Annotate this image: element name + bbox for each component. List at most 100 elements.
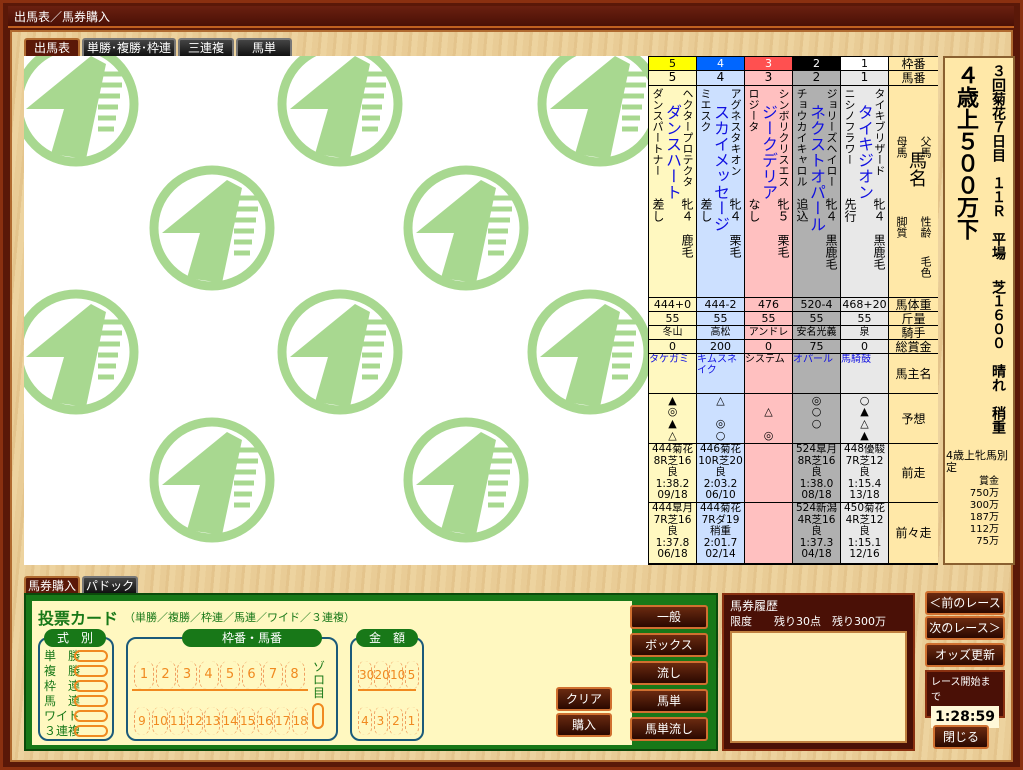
horse-number-button[interactable]: 6 (241, 661, 262, 689)
row-label-prediction: 予想 (889, 394, 938, 444)
amount-button[interactable]: 3 (373, 707, 388, 735)
race-info-panel: ４歳上５００万下 ３回菊花７日目 １１Ｒ 平場 芝１６００ 晴れ 稍重 4歳上牝… (943, 56, 1015, 565)
second-last-race-line: 444皐月 (651, 503, 694, 514)
zorome-toggle[interactable] (312, 703, 324, 729)
horse-number-button[interactable]: 3 (177, 661, 197, 689)
sire-name: シンボリクリスエス (777, 88, 790, 187)
buy-button[interactable]: 購入 (556, 713, 612, 737)
bet-mode-button[interactable]: 馬単 (630, 689, 708, 713)
tab-exacta[interactable]: 馬単 (236, 38, 292, 56)
horse-number-button[interactable]: 14 (221, 707, 238, 735)
horse-prediction-cell: ◎ ○ ○ (793, 394, 840, 444)
horse-prev1-cell: 524皐月 8R芝16 良 1:38.0 08/18 (793, 444, 840, 503)
horse-number-button[interactable]: 16 (256, 707, 273, 735)
last-race-line (745, 444, 792, 456)
prev-race-button[interactable]: ＜前のレース (925, 591, 1005, 615)
race-meeting: ３回菊花７日目 １１Ｒ 平場 (990, 64, 1006, 260)
horse-jockey-cell: 冬山 (649, 326, 696, 340)
horse-names-cell[interactable]: ジョリーズヘイロー ネクストオパール チョウカイキャロル 牝４ 黒鹿毛 追込 (793, 86, 840, 298)
horse-names-cell[interactable]: アグネスタキオン スカイメッセージ ミエスク 牝４ 栗毛 差し (697, 86, 744, 298)
prediction-mark: ▲ (860, 429, 869, 442)
horse-number-button[interactable]: 11 (169, 707, 185, 735)
horse-number-button[interactable]: 17 (274, 707, 290, 735)
amount-button[interactable]: 10 (389, 661, 405, 689)
horse-kinryo-cell: 55 (841, 312, 888, 326)
bet-mode-button[interactable]: 馬単流し (630, 717, 708, 741)
coat-color: 栗毛 (728, 234, 742, 258)
horse-kinryo-cell: 55 (649, 312, 696, 326)
horse-name[interactable]: ダンスハート (663, 104, 682, 200)
tab-trio[interactable]: 三連複 (178, 38, 234, 56)
horse-column: 4 4 アグネスタキオン スカイメッセージ ミエスク 牝４ 栗毛 差し 444-2 55 高松 200… (697, 57, 745, 564)
horse-number-button[interactable]: 1 (134, 661, 154, 689)
horse-name[interactable]: タイキジオン (855, 104, 874, 200)
second-last-race-line: 良 (811, 525, 822, 537)
horse-logo (24, 289, 139, 415)
horse-number-button[interactable]: 4 (198, 661, 219, 689)
history-list[interactable] (730, 631, 907, 743)
horse-number-button[interactable]: 2 (155, 661, 176, 689)
amount-button[interactable]: 20 (373, 661, 390, 689)
horse-number-button[interactable]: 13 (204, 707, 220, 735)
horse-name[interactable]: ネクストオパール (807, 104, 826, 232)
horse-names-cell[interactable]: ヘクタープロテクタ ダンスハート ダンスパートナー 牝４ 鹿毛 差し (649, 86, 696, 298)
horse-number-button[interactable]: 9 (134, 707, 150, 735)
row-label-jockey: 騎手 (889, 326, 938, 340)
horse-name[interactable]: スカイメッセージ (711, 104, 730, 232)
horse-names-cell[interactable]: タイキブリザード タイキジオン ニシノフラワー 牝４ 黒鹿毛 先行 (841, 86, 888, 298)
horse-logo-watermarks (24, 56, 648, 543)
horse-num-cell: 3 (745, 71, 792, 86)
bet-type-toggle[interactable] (74, 650, 108, 662)
amount-button[interactable]: 1 (404, 707, 419, 735)
last-race-line (745, 456, 792, 468)
history-title: 馬券履歴 (730, 599, 779, 613)
tab-bet-purchase[interactable]: 馬券購入 (24, 576, 80, 593)
bet-type-toggle[interactable] (74, 695, 108, 707)
horse-weight-cell: 444+0 (649, 298, 696, 312)
bet-mode-button[interactable]: 流し (630, 661, 708, 685)
horse-kinryo-cell: 55 (697, 312, 744, 326)
update-odds-button[interactable]: オッズ更新 (925, 643, 1005, 667)
bet-mode-button[interactable]: ボックス (630, 633, 708, 657)
last-race-line: 08/18 (801, 489, 832, 501)
bet-type-toggle[interactable] (74, 680, 108, 692)
next-race-button[interactable]: 次のレース＞ (925, 616, 1005, 640)
bet-type-toggle[interactable] (74, 710, 108, 722)
prize-label: 賞金 (979, 476, 999, 487)
bet-type-toggle[interactable] (74, 725, 108, 737)
running-style: なし (747, 198, 761, 222)
horse-number-button[interactable]: 10 (151, 707, 168, 735)
tab-win-place[interactable]: 単勝･複勝･枠連 (82, 38, 176, 56)
label-name: 馬名 (906, 151, 927, 187)
tab-paddock[interactable]: パドック (82, 576, 138, 593)
amount-button[interactable]: 2 (389, 707, 403, 735)
second-last-race-line: 524新潟 (795, 503, 838, 514)
sire-name: ヘクタープロテクタ (681, 88, 694, 187)
horse-number-button[interactable]: 7 (263, 661, 283, 689)
horse-kinryo-cell: 55 (745, 312, 792, 326)
prediction-mark: ○ (811, 417, 822, 430)
amount-button[interactable]: 4 (358, 707, 372, 735)
row-label-prev1: 前走 (889, 444, 938, 503)
horse-number-button[interactable]: 8 (284, 661, 305, 689)
prize-1: 750万 (969, 488, 999, 499)
amount-button[interactable]: 5 (404, 661, 419, 689)
bet-type-toggle[interactable] (74, 665, 108, 677)
race-class: ４歳上５００万下 (953, 64, 978, 240)
horse-number-button[interactable]: 18 (291, 707, 308, 735)
bet-mode-button[interactable]: 一般 (630, 605, 708, 629)
horse-names-cell[interactable]: シンボリクリスエス ジークデリア ロジータ 牝５ 栗毛 なし (745, 86, 792, 298)
clear-button[interactable]: クリア (556, 687, 612, 711)
horse-number-button[interactable]: 5 (220, 661, 240, 689)
horse-frame-cell: 3 (745, 57, 792, 71)
coat-color: 栗毛 (776, 234, 790, 258)
horse-number-button[interactable]: 12 (186, 707, 203, 735)
horse-name[interactable]: ジークデリア (759, 104, 778, 200)
horse-number-button[interactable]: 15 (239, 707, 255, 735)
horse-owner-cell: オパール (793, 354, 840, 394)
close-button[interactable]: 閉じる (933, 725, 989, 749)
tab-race-card[interactable]: 出馬表 (24, 38, 80, 56)
number-header: 枠番・馬番 (182, 629, 322, 647)
amount-button[interactable]: 30 (358, 661, 374, 689)
bet-card-title: 投票カード (38, 609, 119, 628)
